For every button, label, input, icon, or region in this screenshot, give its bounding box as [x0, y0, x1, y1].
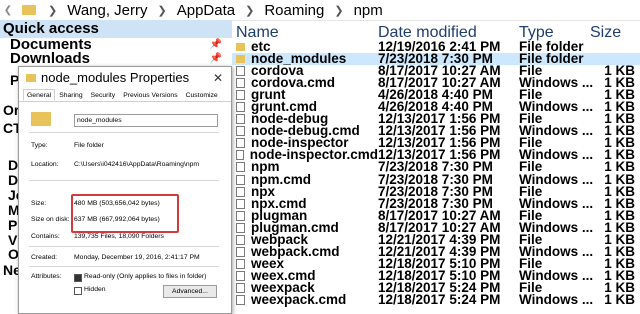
- size-on-disk-value: 637 MB (667,992,064 bytes): [74, 216, 160, 223]
- breadcrumb-roaming[interactable]: Roaming: [264, 2, 324, 19]
- file-icon: [236, 102, 245, 113]
- advanced-button[interactable]: Advanced...: [163, 285, 217, 298]
- file-list: etc 12/19/2016 2:41 PM File folder node_mod…: [232, 40, 640, 307]
- folder-icon: [31, 112, 51, 126]
- tab-security[interactable]: Security: [87, 89, 120, 101]
- folder-name-input[interactable]: node_modules: [74, 114, 218, 127]
- column-header-size[interactable]: Size: [590, 24, 635, 42]
- readonly-label: Read-only (Only applies to files in fold…: [84, 273, 207, 280]
- file-name-cell: weexpack.cmd: [232, 292, 378, 307]
- file-icon: [236, 258, 245, 269]
- properties-dialog: node_modules Properties ✕ General Sharin…: [18, 66, 232, 314]
- folder-icon: [236, 43, 245, 52]
- address-bar[interactable]: ❮ ❯ Wang, Jerry ❯ AppData ❯ Roaming ❯ np…: [0, 0, 640, 21]
- file-icon: [236, 66, 245, 77]
- chevron-right-icon: ❯: [334, 4, 344, 17]
- file-type: Windows ...: [519, 292, 594, 307]
- file-icon: [236, 246, 245, 257]
- attributes-label: Attributes:: [31, 273, 62, 280]
- file-icon: [236, 150, 244, 161]
- created-label: Created:: [31, 254, 58, 261]
- nav-item-label: Downloads: [10, 50, 91, 67]
- breadcrumb-npm[interactable]: npm: [354, 2, 383, 19]
- file-icon: [236, 295, 245, 305]
- size-label: Size:: [31, 200, 47, 207]
- file-size: 1 KB: [604, 292, 635, 307]
- created-value: Monday, December 19, 2016, 2:41:17 PM: [74, 254, 200, 261]
- file-icon: [236, 270, 245, 281]
- file-icon: [236, 222, 245, 233]
- divider: [29, 266, 219, 267]
- readonly-checkbox[interactable]: [74, 274, 82, 282]
- size-on-disk-label: Size on disk:: [31, 216, 70, 223]
- file-icon: [236, 78, 245, 89]
- divider: [29, 132, 219, 133]
- hidden-label: Hidden: [84, 286, 106, 293]
- tab-general[interactable]: General: [23, 89, 56, 101]
- chevron-right-icon: ❯: [245, 4, 255, 17]
- file-icon: [236, 114, 245, 125]
- file-icon: [236, 174, 245, 185]
- file-icon: [236, 138, 245, 149]
- dialog-tabs: General Sharing Security Previous Versio…: [19, 89, 231, 102]
- breadcrumb-user[interactable]: Wang, Jerry: [67, 2, 147, 19]
- hidden-checkbox[interactable]: [74, 287, 82, 295]
- type-value: File folder: [74, 142, 104, 149]
- nav-item-downloads[interactable]: Downloads 📌: [0, 50, 232, 67]
- contains-label: Contains:: [31, 233, 60, 240]
- file-date: 12/18/2017 5:24 PM: [378, 292, 501, 307]
- dialog-body: node_modules Type: File folder Location:…: [19, 102, 231, 312]
- file-icon: [236, 162, 245, 173]
- tab-previous-versions[interactable]: Previous Versions: [119, 89, 181, 101]
- contains-value: 139,735 Files, 18,090 Folders: [74, 233, 164, 240]
- file-icon: [236, 282, 245, 293]
- type-label: Type:: [31, 142, 48, 149]
- pin-icon: 📌: [209, 53, 222, 64]
- chevron-right-icon: ❯: [48, 4, 58, 17]
- close-icon[interactable]: ✕: [213, 67, 223, 89]
- file-icon: [236, 234, 245, 245]
- tab-sharing[interactable]: Sharing: [55, 89, 86, 101]
- dialog-title: node_modules Properties: [41, 70, 190, 85]
- location-label: Location:: [31, 161, 59, 168]
- size-value: 480 MB (503,656,042 bytes): [74, 200, 160, 207]
- location-value: C:\Users\i042416\AppData\Roaming\npm: [74, 161, 200, 168]
- pin-icon: 📌: [209, 39, 222, 50]
- file-icon: [236, 186, 245, 197]
- chevron-left-icon[interactable]: ❮: [0, 5, 16, 16]
- folder-icon: [26, 74, 36, 82]
- tab-customize[interactable]: Customize: [182, 89, 222, 101]
- file-icon: [236, 210, 245, 221]
- file-row[interactable]: weexpack.cmd 12/18/2017 5:24 PM Windows ..…: [232, 292, 640, 307]
- folder-icon: [236, 55, 245, 64]
- file-icon: [236, 198, 245, 209]
- folder-icon: [22, 5, 36, 15]
- divider: [29, 246, 219, 247]
- file-name: weexpack.cmd: [251, 292, 347, 307]
- divider: [29, 180, 219, 181]
- chevron-right-icon: ❯: [157, 4, 167, 17]
- breadcrumb-appdata[interactable]: AppData: [177, 2, 235, 19]
- file-icon: [236, 90, 245, 101]
- file-icon: [236, 126, 245, 137]
- dialog-titlebar[interactable]: node_modules Properties ✕: [19, 67, 231, 89]
